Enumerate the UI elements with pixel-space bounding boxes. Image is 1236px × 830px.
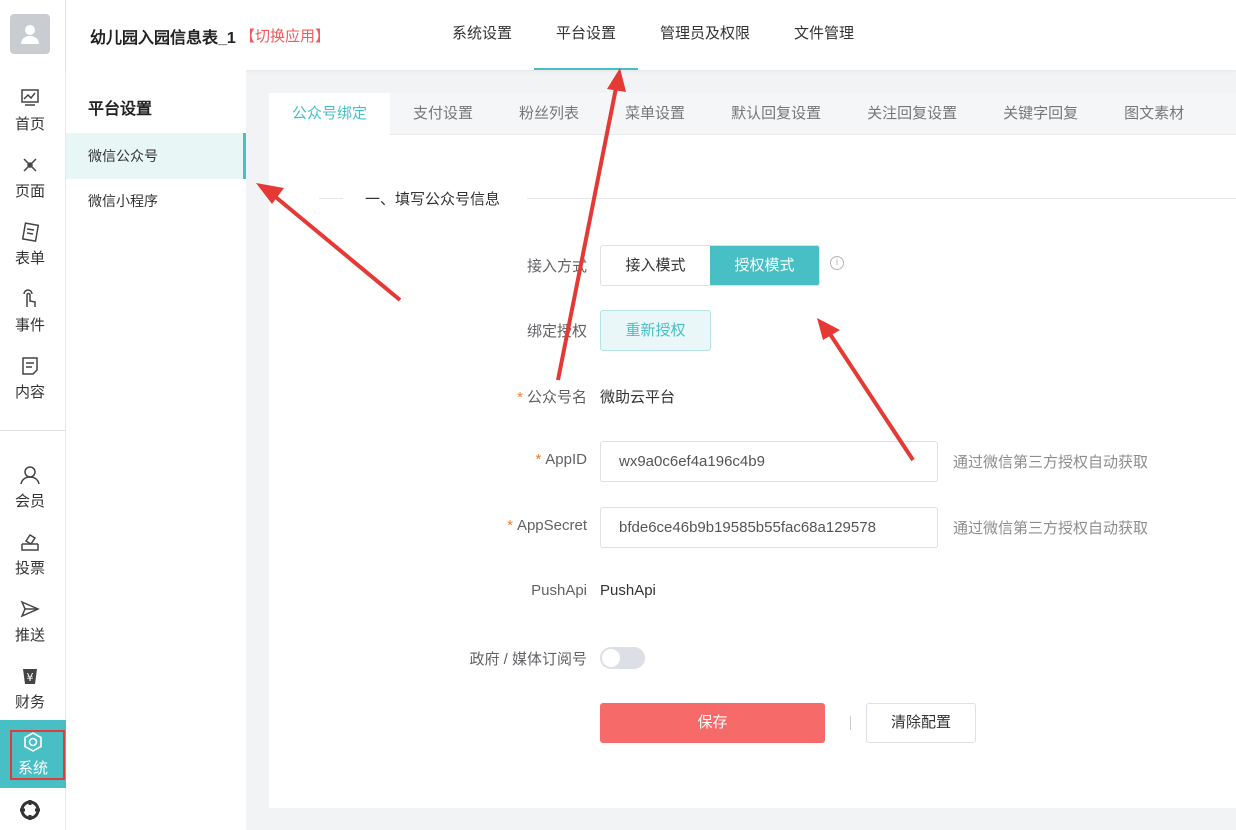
rail-label-member: 会员	[14, 492, 45, 510]
rail-label-content: 内容	[14, 383, 45, 401]
required-mark: *	[517, 389, 523, 406]
gov-media-label: 政府 / 媒体订阅号	[469, 651, 587, 668]
tab-account-binding[interactable]: 公众号绑定	[269, 93, 391, 135]
tab-menu-settings[interactable]: 菜单设置	[602, 93, 708, 135]
section-title: 一、填写公众号信息	[365, 191, 501, 208]
form-icon	[19, 221, 41, 243]
top-header: 幼儿园入园信息表_1 【切换应用】 系统设置 平台设置 管理员及权限 文件管理	[66, 0, 1236, 70]
rail-label-finance: 财务	[14, 693, 45, 711]
rail-item-form[interactable]: 表单	[0, 212, 60, 276]
help-icon	[19, 799, 41, 821]
gov-media-toggle[interactable]	[600, 647, 645, 669]
rail-item-finance[interactable]: ¥ 财务	[0, 656, 60, 720]
sidebar-item-wechat-miniprogram[interactable]: 微信小程序	[66, 178, 246, 224]
secondary-sidebar: 平台设置 微信公众号 微信小程序	[66, 70, 246, 830]
appsecret-hint: 通过微信第三方授权自动获取	[953, 520, 1149, 537]
rail-item-event[interactable]: 事件	[0, 279, 60, 343]
tab-default-reply[interactable]: 默认回复设置	[708, 93, 844, 135]
yen-icon: ¥	[19, 665, 41, 687]
tab-payment-settings[interactable]: 支付设置	[390, 93, 496, 135]
appid-label-text: AppID	[545, 451, 587, 468]
appsecret-label: * AppSecret	[287, 517, 587, 534]
pushapi-label: PushApi	[531, 582, 587, 599]
section-divider-right	[527, 198, 1236, 199]
section-divider-left	[319, 198, 343, 199]
user-icon	[19, 464, 41, 486]
access-mode-direct-button[interactable]: 接入模式	[601, 246, 710, 285]
rail-item-system[interactable]: 系统	[0, 720, 66, 788]
rail-label-push: 推送	[14, 626, 45, 644]
top-nav-platform-settings[interactable]: 平台设置	[534, 0, 639, 70]
top-nav-system-settings[interactable]: 系统设置	[430, 0, 534, 70]
rail-item-push[interactable]: 推送	[0, 589, 60, 653]
account-name-label-text: 公众号名	[526, 389, 587, 406]
rail-label-event: 事件	[14, 316, 45, 334]
account-name-label: * 公众号名	[287, 386, 587, 407]
rail-label-form: 表单	[14, 249, 45, 267]
appsecret-label-text: AppSecret	[516, 517, 587, 534]
document-icon	[19, 355, 41, 377]
rail-item-home[interactable]: 首页	[0, 78, 60, 142]
rail-label-page: 页面	[14, 182, 45, 200]
clear-config-button[interactable]: 清除配置	[866, 703, 976, 743]
arrow-to-top-nav-head	[607, 68, 626, 92]
top-nav-file-management[interactable]: 文件管理	[772, 0, 876, 70]
sidebar-title: 平台设置	[88, 101, 153, 118]
required-mark: *	[507, 517, 513, 534]
appsecret-input[interactable]: bfde6ce46b9b19585b55fac68a129578	[600, 507, 938, 548]
switch-app-link[interactable]: 【切换应用】	[240, 25, 330, 46]
rail-item-vote[interactable]: 投票	[0, 522, 60, 586]
button-separator	[850, 716, 851, 730]
reauthorize-button[interactable]: 重新授权	[600, 310, 711, 351]
avatar[interactable]	[10, 14, 50, 54]
bind-auth-label: 绑定授权	[526, 323, 587, 340]
send-icon	[19, 598, 41, 620]
rail-item-more[interactable]	[0, 792, 60, 830]
rail-item-member[interactable]: 会员	[0, 455, 60, 519]
rail-divider	[0, 430, 66, 431]
user-avatar-icon	[21, 25, 39, 44]
info-icon[interactable]: i	[830, 256, 844, 270]
appid-label: * AppID	[287, 451, 587, 468]
sidebar-item-wechat-official[interactable]: 微信公众号	[66, 133, 246, 179]
access-mode-label: 接入方式	[526, 258, 587, 275]
top-nav-admin-permissions[interactable]: 管理员及权限	[638, 0, 772, 70]
account-name-value: 微助云平台	[600, 389, 676, 406]
svg-text:¥: ¥	[27, 671, 34, 684]
chart-icon	[19, 87, 41, 109]
rail-item-content[interactable]: 内容	[0, 346, 60, 410]
settings-icon	[22, 731, 44, 753]
app-title: 幼儿园入园信息表_1	[90, 30, 236, 47]
rail-item-page[interactable]: 页面	[0, 145, 60, 209]
tab-bar: 公众号绑定 支付设置 粉丝列表 菜单设置 默认回复设置 关注回复设置 关键字回复…	[269, 93, 1236, 135]
pushapi-value: PushApi	[600, 582, 656, 599]
toggle-knob	[602, 649, 620, 667]
rail-label-vote: 投票	[14, 559, 45, 577]
required-mark: *	[535, 451, 542, 468]
design-icon	[19, 154, 41, 176]
tab-fans-list[interactable]: 粉丝列表	[496, 93, 602, 135]
vote-icon	[19, 531, 41, 553]
rail-label-home: 首页	[14, 115, 45, 133]
tab-follow-reply[interactable]: 关注回复设置	[844, 93, 980, 135]
appid-input[interactable]: wx9a0c6ef4a196c4b9	[600, 441, 938, 482]
touch-icon	[19, 288, 41, 310]
rail-label-system: 系统	[17, 759, 48, 777]
save-button[interactable]: 保存	[600, 703, 825, 743]
top-nav: 系统设置 平台设置 管理员及权限 文件管理	[430, 0, 876, 70]
access-mode-segmented: 接入模式 授权模式	[600, 245, 820, 286]
appid-hint: 通过微信第三方授权自动获取	[953, 454, 1149, 471]
tab-keyword-reply[interactable]: 关键字回复	[980, 93, 1101, 135]
access-mode-auth-button[interactable]: 授权模式	[710, 246, 819, 285]
main-panel: 公众号绑定 支付设置 粉丝列表 菜单设置 默认回复设置 关注回复设置 关键字回复…	[269, 93, 1236, 808]
tab-media-library[interactable]: 图文素材	[1101, 93, 1207, 135]
icon-rail: 首页 页面 表单 事件 内容 会员 投票 推送 ¥ 财务 系统	[0, 0, 66, 830]
